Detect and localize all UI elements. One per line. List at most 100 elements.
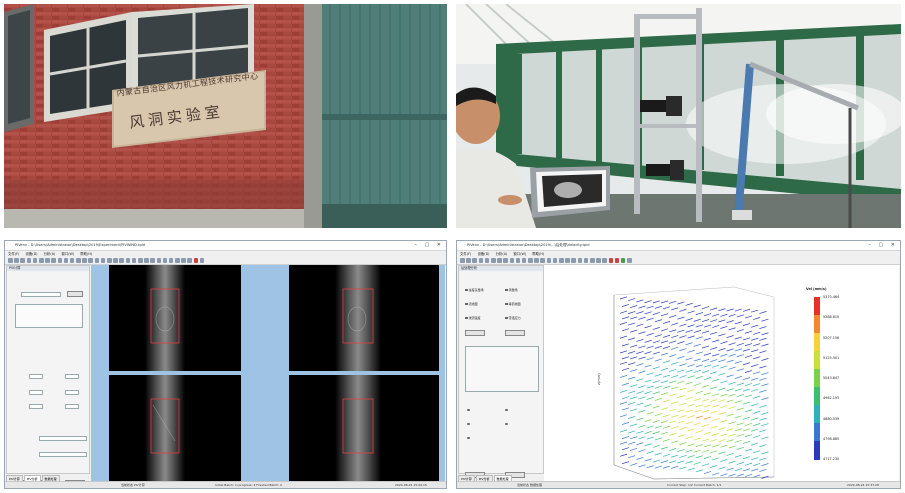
radio-item[interactable] [505,422,509,426]
tool-icon[interactable] [69,258,75,263]
tool-icon[interactable] [490,258,496,263]
tool-icon[interactable] [162,258,168,263]
tool-icon[interactable] [63,258,69,263]
radio-item[interactable] [467,422,471,426]
window-field[interactable] [39,452,87,457]
tool-icon[interactable] [552,258,558,263]
menu-file[interactable]: 文件(F) [460,252,471,256]
param-field[interactable] [29,404,43,409]
tool-icon[interactable] [596,258,601,263]
tool-icon[interactable] [76,258,81,263]
option-item[interactable]: 速度矢量场 [465,288,484,292]
calibration-table[interactable] [15,304,83,328]
tool-icon[interactable] [107,258,112,263]
save-result-button[interactable] [505,330,525,336]
tool-icon[interactable] [131,258,137,263]
tool-icon[interactable] [515,258,521,263]
tool-icon[interactable] [583,258,589,263]
tool-icon[interactable] [503,258,508,263]
menu-device[interactable]: 设备(D) [477,252,489,256]
tool-icon[interactable] [125,258,131,263]
radio-item[interactable] [467,408,471,412]
tool-icon[interactable] [509,258,515,263]
open-icon[interactable] [8,258,13,263]
tool-icon[interactable] [589,258,595,263]
save-icon[interactable] [14,258,19,263]
option-item[interactable]: 湍流强度 [465,316,481,320]
record-icon[interactable] [608,258,614,263]
interval-field[interactable] [39,436,87,441]
tool-icon[interactable] [571,258,576,263]
menu-window[interactable]: 窗口(W) [513,252,526,256]
menu-help[interactable]: 帮助(H) [532,252,544,256]
menu-analyze[interactable]: 分析(A) [44,252,56,256]
tool-icon[interactable] [199,258,205,263]
tool-icon[interactable] [565,258,570,263]
tool-icon[interactable] [602,258,607,263]
tool-icon[interactable] [627,258,632,263]
tool-icon[interactable] [88,258,94,263]
radio-item[interactable] [467,436,471,440]
window-controls[interactable]: – ▢ ✕ [868,241,898,250]
option-item[interactable]: 雷诺应力 [505,316,521,320]
run-icon[interactable] [620,258,626,263]
tool-icon[interactable] [137,258,143,263]
velocity-vector [687,335,695,339]
tool-icon[interactable] [113,258,118,263]
tool-icon[interactable] [26,258,32,263]
start-analysis-button[interactable] [465,330,485,336]
radio-item[interactable] [505,408,509,412]
tool-icon[interactable] [521,258,527,263]
tool-icon[interactable] [559,258,564,263]
tool-icon[interactable] [577,258,583,263]
tool-icon[interactable] [38,258,44,263]
tool-icon[interactable] [168,258,174,263]
camera-file-field[interactable] [21,292,61,297]
tool-icon[interactable] [57,258,63,263]
param-field[interactable] [65,374,79,379]
status-time: 2020-08-24 15:09:15 [395,483,427,487]
tool-icon[interactable] [156,258,162,263]
menu-file[interactable]: 文件(F) [8,252,19,256]
tool-icon[interactable] [20,258,25,263]
option-item[interactable]: 流线图 [465,302,478,306]
tool-icon[interactable] [119,258,124,263]
tool-icon[interactable] [144,258,149,263]
save-icon[interactable] [466,258,471,263]
open-icon[interactable] [460,258,465,263]
param-field[interactable] [65,390,79,395]
param-field[interactable] [29,374,43,379]
menu-device[interactable]: 设备(D) [25,252,37,256]
window-controls[interactable]: – ▢ ✕ [414,241,444,250]
tool-icon[interactable] [528,258,533,263]
tool-icon[interactable] [497,258,502,263]
tool-icon[interactable] [94,258,100,263]
tool-icon[interactable] [32,258,38,263]
3d-vector-field[interactable]: -50-40-30-20-1001020304050x(mm)z(mm)y(mm… [544,265,848,483]
option-item[interactable]: 等值线图 [505,302,521,306]
menu-window[interactable]: 窗口(W) [61,252,74,256]
tool-icon[interactable] [51,258,56,263]
menu-analyze[interactable]: 分析(A) [496,252,508,256]
tool-icon[interactable] [175,258,180,263]
tool-icon[interactable] [472,258,477,263]
param-field[interactable] [29,390,43,395]
tool-icon[interactable] [540,258,546,263]
option-list[interactable] [465,346,539,392]
tool-icon[interactable] [181,258,186,263]
tool-icon[interactable] [100,258,106,263]
tool-icon[interactable] [45,258,50,263]
menu-help[interactable]: 帮助(H) [80,252,92,256]
record-icon[interactable] [193,258,199,263]
tool-icon[interactable] [478,258,484,263]
tool-icon[interactable] [484,258,490,263]
tool-icon[interactable] [150,258,155,263]
tool-icon[interactable] [82,258,87,263]
param-field[interactable] [65,404,79,409]
record-icon[interactable] [614,258,620,263]
browse-button[interactable] [67,291,83,297]
tool-icon[interactable] [187,258,193,263]
tool-icon[interactable] [534,258,539,263]
tool-icon[interactable] [546,258,552,263]
option-item[interactable]: 涡量场 [505,288,518,292]
